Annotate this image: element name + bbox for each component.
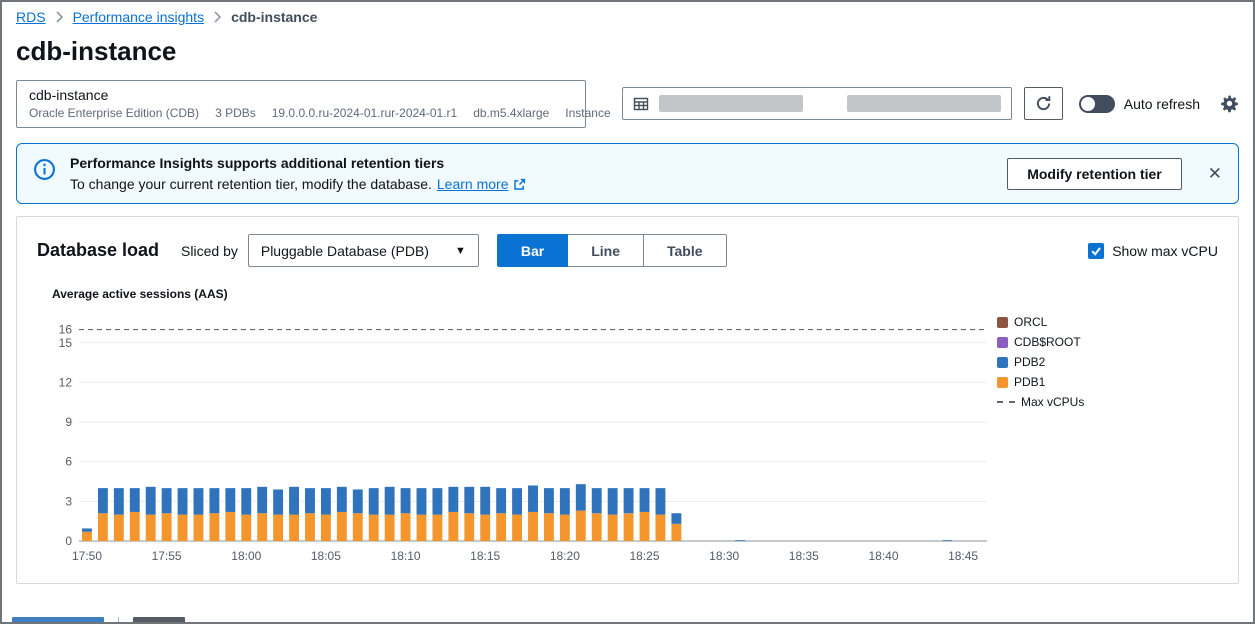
instance-class: db.m5.4xlarge: [473, 106, 549, 120]
svg-text:18:40: 18:40: [868, 549, 898, 563]
show-max-vcpu-control: Show max vCPU: [1088, 243, 1218, 259]
slice-by-value: Pluggable Database (PDB): [261, 243, 429, 259]
bottom-cutoff-row: [12, 617, 185, 624]
svg-text:0: 0: [65, 534, 72, 548]
redacted-start-time: [659, 95, 803, 112]
auto-refresh-label: Auto refresh: [1124, 96, 1200, 112]
legend-swatch-icon: [997, 317, 1008, 328]
svg-text:18:15: 18:15: [470, 549, 500, 563]
breadcrumb-performance-insights-link[interactable]: Performance insights: [73, 9, 205, 25]
rds-performance-insights-page: RDS Performance insights cdb-instance cd…: [0, 0, 1255, 624]
svg-text:12: 12: [59, 375, 73, 389]
breadcrumb: RDS Performance insights cdb-instance: [16, 9, 1239, 25]
time-range-input[interactable]: [622, 87, 1012, 120]
svg-text:18:10: 18:10: [391, 549, 421, 563]
instance-version: 19.0.0.0.ru-2024-01.rur-2024-01.r1: [272, 106, 457, 120]
chart-title: Average active sessions (AAS): [52, 287, 1238, 301]
auto-refresh-toggle[interactable]: [1079, 95, 1115, 113]
breadcrumb-rds-link[interactable]: RDS: [16, 9, 46, 25]
svg-text:18:25: 18:25: [629, 549, 659, 563]
cutoff-divider: [118, 617, 119, 624]
database-load-chart[interactable]: 1615 12 9 6 3 017:50 17:55 18:00 18:05 18:10 18:15…: [31, 303, 997, 569]
cutoff-link-text[interactable]: [12, 617, 104, 624]
show-max-vcpu-label: Show max vCPU: [1112, 243, 1218, 259]
redacted-end-time: [847, 95, 1001, 112]
settings-gear-icon[interactable]: [1220, 94, 1239, 113]
banner-message: To change your current retention tier, m…: [70, 176, 432, 192]
instance-pdbs: 3 PDBs: [215, 106, 256, 120]
svg-text:3: 3: [65, 494, 72, 508]
svg-text:18:05: 18:05: [311, 549, 341, 563]
database-load-title: Database load: [37, 240, 159, 261]
svg-text:18:45: 18:45: [948, 549, 978, 563]
instance-selector-dropdown[interactable]: cdb-instance Oracle Enterprise Edition (…: [16, 80, 586, 128]
legend-label: CDB$ROOT: [1014, 335, 1081, 349]
chart-legend: ORCL CDB$ROOT PDB2 PDB1 Max vCPUs: [997, 303, 1222, 409]
legend-item-pdb1[interactable]: PDB1: [997, 375, 1222, 389]
svg-text:18:35: 18:35: [789, 549, 819, 563]
legend-item-max-vcpus[interactable]: Max vCPUs: [997, 395, 1222, 409]
instance-engine: Oracle Enterprise Edition (CDB): [29, 106, 199, 120]
legend-item-cdb-root[interactable]: CDB$ROOT: [997, 335, 1222, 349]
database-load-card: Database load Sliced by Pluggable Databa…: [16, 216, 1239, 584]
legend-label: PDB1: [1014, 375, 1045, 389]
toggle-knob: [1081, 97, 1095, 111]
refresh-button[interactable]: [1024, 87, 1063, 120]
legend-swatch-icon: [997, 357, 1008, 368]
legend-label: ORCL: [1014, 315, 1047, 329]
svg-text:18:30: 18:30: [709, 549, 739, 563]
tab-line[interactable]: Line: [568, 234, 644, 267]
svg-text:9: 9: [65, 415, 72, 429]
breadcrumb-current: cdb-instance: [231, 9, 317, 25]
legend-label: Max vCPUs: [1021, 395, 1084, 409]
auto-refresh-control: Auto refresh: [1079, 95, 1200, 113]
cutoff-text: [133, 617, 185, 624]
database-load-header: Database load Sliced by Pluggable Databa…: [17, 217, 1238, 273]
legend-item-orcl[interactable]: ORCL: [997, 315, 1222, 329]
slice-by-select[interactable]: Pluggable Database (PDB) ▼: [248, 234, 479, 267]
svg-text:17:55: 17:55: [152, 549, 182, 563]
legend-swatch-icon: [997, 337, 1008, 348]
breadcrumb-chevron-icon: [55, 11, 64, 23]
chart-area: 1615 12 9 6 3 017:50 17:55 18:00 18:05 18:10 18:15…: [17, 301, 1238, 583]
learn-more-link[interactable]: Learn more: [437, 176, 509, 192]
page-title: cdb-instance: [16, 36, 1239, 67]
calendar-table-icon: [633, 96, 649, 112]
svg-text:15: 15: [59, 336, 73, 350]
svg-text:18:20: 18:20: [550, 549, 580, 563]
breadcrumb-chevron-icon: [213, 11, 222, 23]
tab-table[interactable]: Table: [644, 234, 727, 267]
chevron-down-icon: ▼: [455, 245, 466, 257]
svg-text:6: 6: [65, 455, 72, 469]
legend-swatch-icon: [997, 377, 1008, 388]
show-max-vcpu-checkbox[interactable]: [1088, 243, 1104, 259]
svg-text:18:00: 18:00: [231, 549, 261, 563]
legend-dashed-line-icon: [997, 401, 1015, 403]
sliced-by-label: Sliced by: [181, 243, 238, 259]
legend-label: PDB2: [1014, 355, 1045, 369]
instance-type: Instance: [565, 106, 610, 120]
time-controls: Auto refresh: [622, 87, 1239, 120]
legend-item-pdb2[interactable]: PDB2: [997, 355, 1222, 369]
banner-text: Performance Insights supports additional…: [70, 155, 993, 192]
svg-text:16: 16: [59, 323, 73, 337]
retention-info-banner: Performance Insights supports additional…: [16, 143, 1239, 204]
modify-retention-tier-button[interactable]: Modify retention tier: [1007, 158, 1182, 190]
instance-details: Oracle Enterprise Edition (CDB) 3 PDBs 1…: [29, 106, 611, 120]
instance-name: cdb-instance: [29, 87, 611, 103]
close-icon[interactable]: ✕: [1208, 165, 1222, 182]
info-icon: [33, 158, 56, 181]
instance-controls-row: cdb-instance Oracle Enterprise Edition (…: [2, 80, 1253, 128]
instance-selector-text: cdb-instance Oracle Enterprise Edition (…: [29, 87, 611, 120]
banner-body: To change your current retention tier, m…: [70, 176, 993, 192]
top-bar: RDS Performance insights cdb-instance cd…: [2, 2, 1253, 67]
banner-title: Performance Insights supports additional…: [70, 155, 993, 171]
external-link-icon: [513, 178, 526, 191]
refresh-icon: [1035, 95, 1052, 112]
tab-bar[interactable]: Bar: [497, 234, 568, 267]
svg-text:17:50: 17:50: [72, 549, 102, 563]
chart-view-segmented-control: Bar Line Table: [497, 234, 727, 267]
